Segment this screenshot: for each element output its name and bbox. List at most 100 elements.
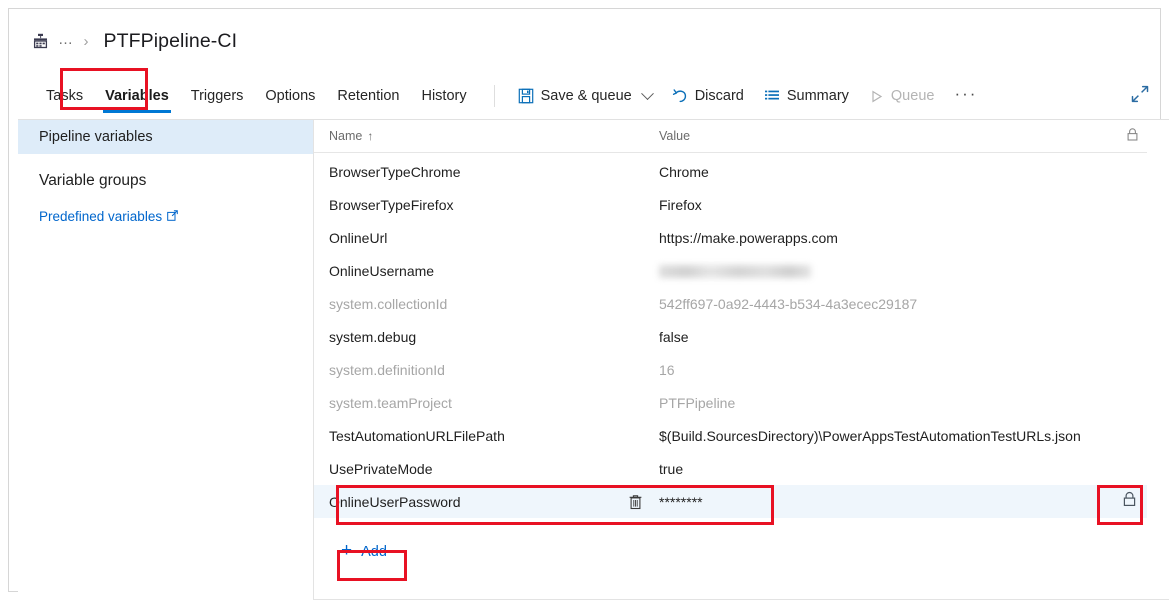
sidebar: Pipeline variables Variable groups Prede… (18, 120, 314, 600)
table-row[interactable]: system.collectionId 542ff697-0a92-4443-b… (314, 287, 1147, 320)
tab-triggers[interactable]: Triggers (180, 73, 255, 120)
breadcrumb-separator: › (83, 32, 89, 50)
breadcrumb-ellipsis[interactable]: … (58, 32, 75, 51)
ellipsis-icon: ··· (954, 83, 978, 103)
tab-retention[interactable]: Retention (326, 73, 410, 120)
undo-icon (672, 88, 688, 104)
variable-name: system.collectionId (329, 295, 448, 312)
variables-rows: BrowserTypeChrome Chrome BrowserTypeFire… (314, 153, 1169, 518)
delete-variable-icon[interactable] (626, 493, 644, 511)
variable-value: 16 (659, 361, 675, 378)
overflow-menu-button[interactable]: ··· (944, 80, 987, 112)
sidebar-item-pipeline-variables[interactable]: Pipeline variables (18, 120, 313, 154)
column-header-name[interactable]: Name ↑ (329, 129, 659, 143)
page-title: PTFPipeline-CI (103, 29, 238, 52)
tab-strip: Tasks Variables Triggers Options Retenti… (35, 73, 478, 120)
save-and-queue-label: Save & queue (540, 88, 632, 104)
tab-history[interactable]: History (410, 73, 477, 120)
sidebar-item-variable-groups-label: Variable groups (39, 172, 147, 189)
pane-bottom-divider (314, 599, 1169, 600)
add-variable-button[interactable]: + Add (334, 537, 397, 566)
variable-value[interactable]: https://make.powerapps.com (659, 230, 838, 246)
pipeline-icon (31, 32, 49, 50)
variable-name: OnlineUsername (329, 262, 435, 279)
expand-diagonal-icon (1130, 84, 1150, 109)
summary-label: Summary (786, 88, 849, 104)
save-and-queue-button[interactable]: Save & queue (508, 80, 662, 112)
table-row[interactable]: BrowserTypeChrome Chrome (314, 155, 1147, 188)
variable-value[interactable]: Chrome (659, 164, 709, 180)
table-row[interactable]: system.definitionId 16 (314, 353, 1147, 386)
table-row-online-user-password[interactable]: OnlineUserPassword ******** (314, 485, 1147, 518)
table-row[interactable]: OnlineUsername (314, 254, 1147, 287)
table-row[interactable]: BrowserTypeFirefox Firefox (314, 188, 1147, 221)
chevron-down-icon[interactable] (640, 86, 654, 100)
toolbar-commands: Save & queue Discard Summary Queue ··· (508, 80, 988, 112)
tab-variables-label: Variables (105, 88, 169, 104)
column-header-lock (1126, 128, 1139, 145)
expand-button[interactable] (1125, 81, 1155, 111)
variable-value[interactable]: $(Build.SourcesDirectory)\PowerAppsTestA… (659, 428, 1081, 444)
variable-value: PTFPipeline (659, 394, 736, 411)
lock-icon (1126, 128, 1139, 145)
table-row[interactable]: system.teamProject PTFPipeline (314, 386, 1147, 419)
tab-triggers-label: Triggers (190, 88, 244, 104)
tab-tasks[interactable]: Tasks (35, 73, 94, 120)
command-bar: Tasks Variables Triggers Options Retenti… (18, 73, 1169, 120)
variable-value[interactable]: Firefox (659, 197, 702, 213)
summary-list-icon (764, 88, 780, 104)
variable-value[interactable]: true (659, 461, 683, 477)
table-row[interactable]: system.debug false (314, 320, 1147, 353)
variable-name: UsePrivateMode (329, 460, 433, 477)
tab-variables[interactable]: Variables (94, 73, 180, 120)
content-area: Pipeline variables Variable groups Prede… (18, 120, 1169, 600)
variable-name: system.definitionId (329, 361, 445, 378)
column-header-value-label: Value (659, 129, 691, 143)
column-header-name-label: Name (329, 129, 363, 143)
discard-button[interactable]: Discard (662, 80, 754, 112)
table-row[interactable]: OnlineUrl https://make.powerapps.com (314, 221, 1147, 254)
variable-lock-toggle[interactable] (1117, 490, 1141, 514)
play-triangle-icon (869, 89, 884, 104)
summary-button[interactable]: Summary (754, 80, 859, 112)
variable-value-secret[interactable]: ******** (659, 494, 703, 510)
column-header-value[interactable]: Value (659, 129, 690, 143)
variable-name: TestAutomationURLFilePath (329, 427, 505, 444)
add-variable-label: Add (361, 543, 387, 560)
breadcrumb: … › PTFPipeline-CI (18, 18, 237, 64)
sort-ascending-icon: ↑ (367, 129, 374, 143)
variable-name: BrowserTypeChrome (329, 163, 461, 180)
variable-value-redacted[interactable] (659, 263, 811, 279)
save-icon (518, 88, 534, 104)
variable-value[interactable]: false (659, 329, 689, 345)
discard-label: Discard (694, 88, 744, 104)
variable-value: 542ff697-0a92-4443-b534-4a3ecec29187 (659, 295, 918, 312)
tab-history-label: History (421, 88, 467, 104)
grid-header-row: Name ↑ Value (314, 120, 1147, 153)
variable-name: OnlineUrl (329, 229, 388, 246)
sidebar-item-variable-groups[interactable]: Variable groups (18, 160, 313, 202)
tab-retention-label: Retention (337, 88, 400, 104)
tab-options-label: Options (265, 88, 316, 104)
plus-icon: + (341, 540, 353, 561)
predefined-variables-label: Predefined variables (39, 208, 163, 224)
sidebar-item-pipeline-variables-label: Pipeline variables (39, 129, 153, 145)
variable-name: system.debug (329, 328, 417, 345)
redacted-value-blur (659, 265, 811, 279)
table-row[interactable]: TestAutomationURLFilePath $(Build.Source… (314, 419, 1147, 452)
tab-options[interactable]: Options (254, 73, 326, 120)
variable-name: system.teamProject (329, 394, 452, 411)
lock-closed-icon (1122, 491, 1137, 512)
external-link-icon (167, 209, 178, 224)
toolbar-divider (493, 85, 495, 107)
tab-tasks-label: Tasks (46, 88, 84, 104)
screenshot-root: … › PTFPipeline-CI Tasks Variables Trigg… (0, 0, 1170, 601)
variable-name: OnlineUserPassword (329, 493, 461, 510)
predefined-variables-link[interactable]: Predefined variables (18, 202, 313, 230)
variables-grid-pane: Name ↑ Value BrowserTypeChrome Chrome Br… (314, 120, 1169, 600)
variable-name: BrowserTypeFirefox (329, 196, 454, 213)
table-row[interactable]: UsePrivateMode true (314, 452, 1147, 485)
queue-button: Queue (859, 80, 945, 112)
window-frame: … › PTFPipeline-CI Tasks Variables Trigg… (8, 8, 1169, 600)
queue-label: Queue (890, 88, 935, 104)
